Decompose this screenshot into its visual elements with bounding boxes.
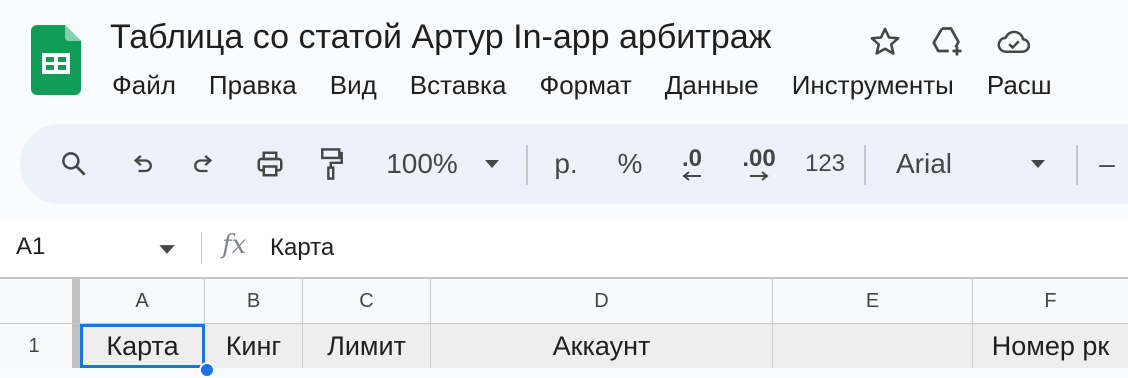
format-percent-button[interactable]: % (612, 124, 648, 204)
zoom-value[interactable]: 100% (380, 124, 464, 204)
column-header-d[interactable]: D (431, 279, 773, 323)
formula-input[interactable]: Карта (270, 234, 334, 262)
select-all-corner[interactable] (0, 279, 72, 323)
search-icon[interactable] (56, 124, 92, 204)
column-header-e[interactable]: E (773, 279, 973, 323)
number-format-button[interactable]: 123 (800, 124, 850, 204)
arrow-right-icon (750, 171, 769, 181)
menu-data[interactable]: Данные (665, 70, 759, 101)
cell-c1[interactable]: Лимит (303, 324, 431, 368)
document-title[interactable]: Таблица со статой Артур In-app арбитраж (110, 18, 771, 57)
name-box-dropdown-icon[interactable] (158, 242, 176, 260)
column-header-f[interactable]: F (973, 279, 1128, 323)
row-header-1[interactable]: 1 (0, 324, 80, 368)
fx-icon: fx (222, 230, 247, 260)
print-icon[interactable] (250, 124, 290, 204)
column-header-b[interactable]: B (205, 279, 303, 323)
cloud-saved-icon[interactable] (996, 24, 1032, 60)
menu-tools[interactable]: Инструменты (792, 70, 954, 101)
menu-format[interactable]: Формат (539, 70, 631, 101)
move-to-drive-icon[interactable] (930, 24, 966, 60)
sheets-logo-icon[interactable] (31, 25, 81, 95)
formula-divider (201, 232, 202, 264)
undo-icon[interactable] (124, 124, 160, 204)
decrease-decimals-button[interactable]: .0 (670, 124, 714, 204)
increase-decimals-button[interactable]: .00 (732, 124, 786, 204)
menu-edit[interactable]: Правка (209, 70, 297, 101)
toolbar: 100% р. % .0 .00 123 Arial – (20, 124, 1128, 204)
cell-b1[interactable]: Кинг (205, 324, 303, 368)
paint-format-icon[interactable] (314, 124, 350, 204)
cell-d1[interactable]: Аккаунт (431, 324, 773, 368)
zoom-dropdown-icon[interactable] (480, 124, 504, 204)
menu-extensions[interactable]: Расш (987, 70, 1052, 101)
toolbar-divider (1076, 145, 1078, 185)
frozen-row-handle[interactable] (72, 324, 80, 368)
menu-file[interactable]: Файл (112, 70, 176, 101)
toolbar-divider (526, 145, 528, 185)
column-header-c[interactable]: C (303, 279, 431, 323)
menu-view[interactable]: Вид (330, 70, 377, 101)
cell-a1[interactable]: Карта (80, 324, 205, 368)
font-dropdown-icon[interactable] (1026, 124, 1050, 204)
arrow-left-icon (682, 171, 701, 181)
format-currency-button[interactable]: р. (548, 124, 584, 204)
frozen-column-handle[interactable] (72, 279, 80, 323)
cell-f1[interactable]: Номер рк (973, 324, 1128, 368)
menu-bar: Файл Правка Вид Вставка Формат Данные Ин… (112, 70, 1085, 101)
decrease-decimals-label: .0 (681, 145, 702, 172)
column-header-a[interactable]: A (80, 279, 205, 323)
name-box[interactable]: A1 (16, 233, 45, 261)
menu-insert[interactable]: Вставка (410, 70, 507, 101)
star-icon[interactable] (867, 24, 903, 60)
cell-e1[interactable] (773, 324, 973, 368)
redo-icon[interactable] (186, 124, 222, 204)
font-family-select[interactable]: Arial (896, 124, 966, 204)
increase-decimals-label: .00 (742, 145, 776, 172)
decrease-font-size-button[interactable]: – (1092, 124, 1122, 204)
toolbar-divider (864, 145, 866, 185)
selection-fill-handle[interactable] (199, 362, 215, 378)
